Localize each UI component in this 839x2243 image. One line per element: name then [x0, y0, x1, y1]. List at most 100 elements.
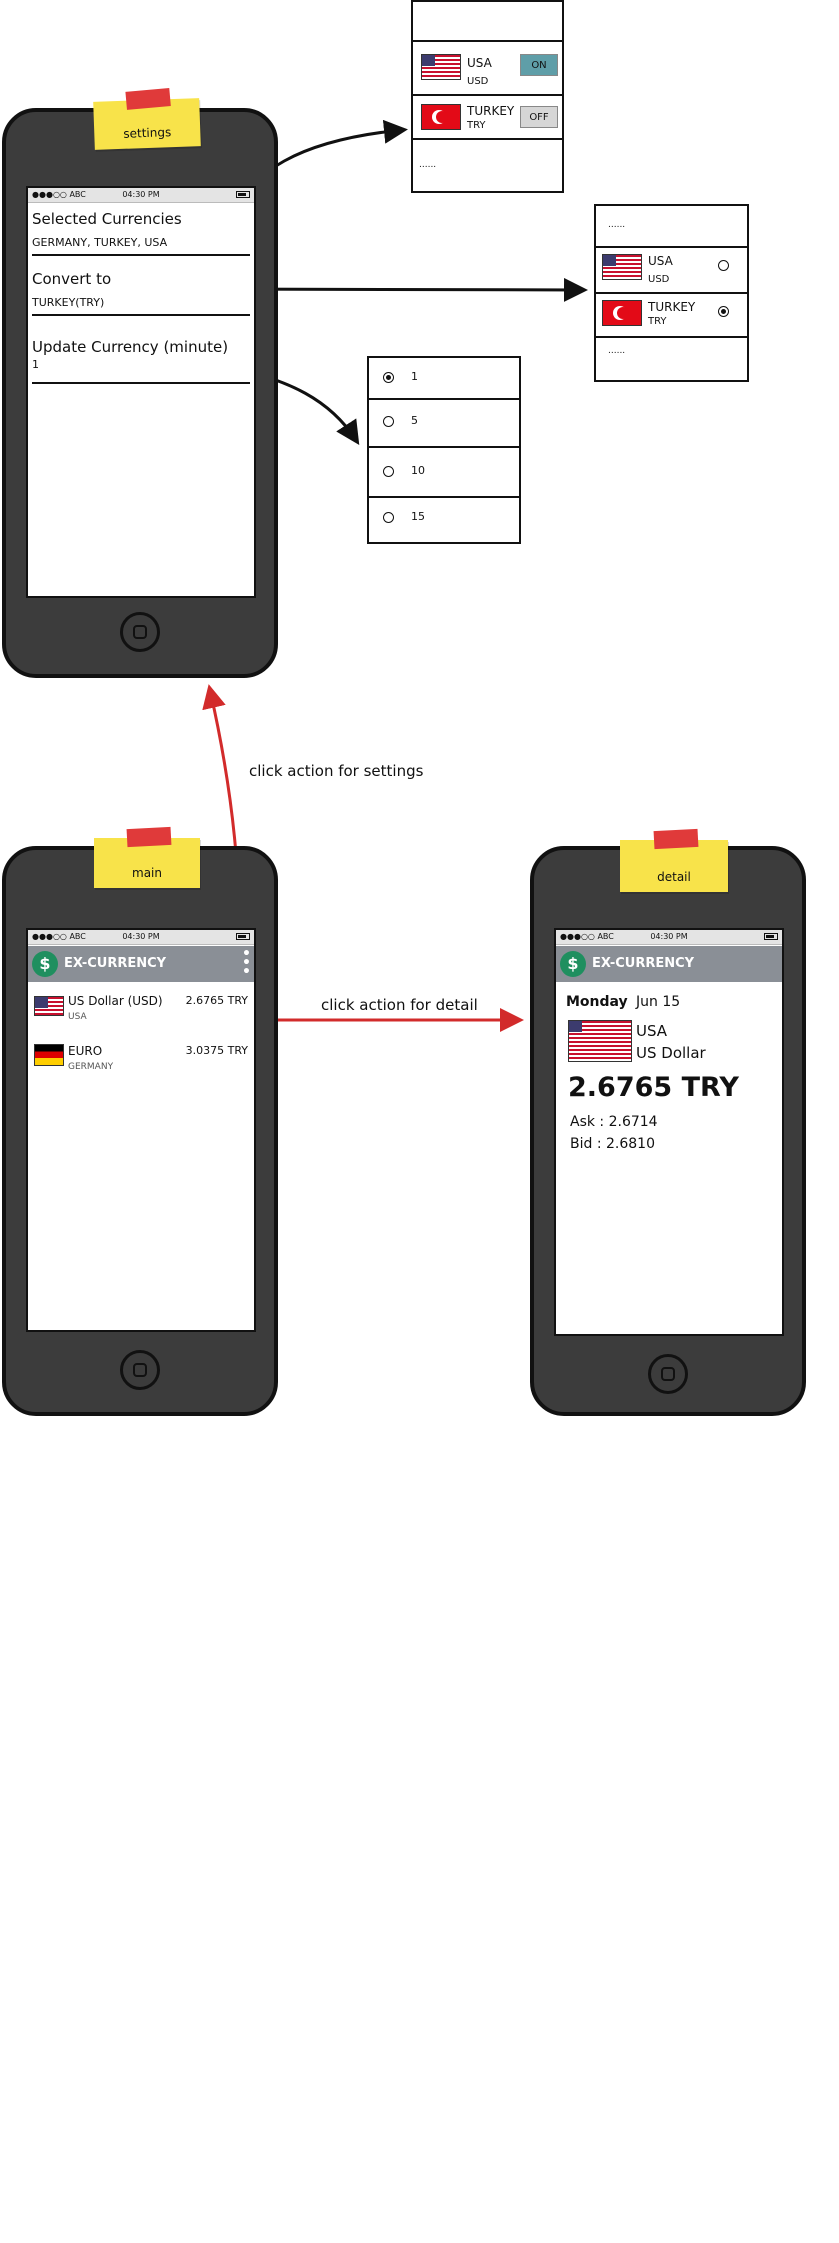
overflow-menu-icon[interactable]: • • • [242, 947, 251, 979]
tape-icon [126, 826, 172, 848]
option-label: 15 [411, 510, 425, 523]
status-bar: ●●●○○ ABC 04:30 PM [28, 930, 254, 945]
option-label: 5 [411, 414, 418, 427]
main-sticky-note: main [94, 826, 200, 888]
us-flag-icon [602, 254, 642, 280]
popup-divider [369, 398, 519, 400]
settings-phone: ●●●○○ ABC 04:30 PM Selected Currencies G… [2, 108, 278, 678]
tape-icon [653, 828, 699, 850]
settings-screen: ●●●○○ ABC 04:30 PM Selected Currencies G… [26, 186, 256, 598]
country-name: USA [467, 56, 492, 70]
radio-5[interactable] [383, 416, 394, 427]
popup-divider [413, 40, 562, 42]
more-ellipsis: ...... [608, 346, 626, 356]
detail-day: Monday [566, 994, 628, 1010]
detail-sticky-note: detail [620, 828, 728, 892]
detail-phone: ●●●○○ ABC 04:30 PM $ EX-CURRENCY Monday … [530, 846, 806, 1416]
currency-country: USA [68, 1012, 87, 1022]
popup-divider [413, 138, 562, 140]
tape-icon [125, 88, 171, 110]
battery-icon [236, 191, 250, 198]
option-label: 1 [411, 370, 418, 383]
row-value: GERMANY, TURKEY, USA [32, 236, 168, 249]
status-time: 04:30 PM [650, 932, 688, 941]
row-divider [32, 382, 250, 384]
popup-divider [596, 246, 747, 248]
usa-radio[interactable] [718, 260, 729, 271]
popup-divider [596, 292, 747, 294]
update-interval-popup: 1 5 10 15 [367, 356, 521, 544]
popup-divider [369, 496, 519, 498]
us-flag-icon [34, 996, 64, 1016]
currency-toggle-popup: USA USD ON TURKEY TRY OFF ...... [411, 0, 564, 193]
sticky-label: settings [123, 125, 172, 141]
radio-1[interactable] [383, 372, 394, 383]
row-value: 1 [32, 358, 39, 371]
row-title: Convert to [32, 270, 112, 288]
radio-15[interactable] [383, 512, 394, 523]
detail-date: Jun 15 [636, 994, 681, 1010]
row-value: TURKEY(TRY) [32, 296, 105, 309]
currency-name: EURO [68, 1044, 103, 1058]
de-flag-icon [34, 1044, 64, 1066]
row-divider [32, 254, 250, 256]
tr-flag-icon [602, 300, 642, 326]
more-ellipsis: ...... [419, 160, 437, 170]
currency-rate: 2.6765 TRY [185, 994, 248, 1007]
country-name: TURKEY [648, 300, 696, 314]
app-bar: $ EX-CURRENCY [556, 946, 782, 982]
dollar-logo-icon: $ [32, 951, 58, 977]
battery-icon [764, 933, 778, 940]
option-label: 10 [411, 464, 425, 477]
currency-code: TRY [648, 316, 667, 327]
status-time: 04:30 PM [122, 190, 160, 199]
row-title: Selected Currencies [32, 210, 182, 228]
status-bar: ●●●○○ ABC 04:30 PM [556, 930, 782, 945]
main-phone: ●●●○○ ABC 04:30 PM $ EX-CURRENCY • • • US … [2, 846, 278, 1416]
currency-rate: 3.0375 TRY [185, 1044, 248, 1057]
home-button[interactable] [120, 612, 160, 652]
us-flag-icon [421, 54, 461, 80]
status-time: 04:30 PM [122, 932, 160, 941]
home-button[interactable] [120, 1350, 160, 1390]
app-title: EX-CURRENCY [592, 956, 695, 971]
detail-rate: 2.6765 TRY [568, 1072, 739, 1103]
usa-toggle[interactable]: ON [520, 54, 558, 76]
app-bar: $ EX-CURRENCY • • • [28, 946, 254, 982]
currency-code: USD [648, 274, 670, 285]
turkey-toggle[interactable]: OFF [520, 106, 558, 128]
detail-currency-name: US Dollar [636, 1044, 706, 1062]
more-ellipsis: ...... [608, 220, 626, 230]
detail-bid: Bid : 2.6810 [570, 1136, 655, 1152]
home-button[interactable] [648, 1354, 688, 1394]
popup-divider [369, 446, 519, 448]
us-flag-icon [568, 1020, 632, 1062]
currency-country: GERMANY [68, 1062, 114, 1072]
tr-flag-icon [421, 104, 461, 130]
turkey-radio[interactable] [718, 306, 729, 317]
country-name: TURKEY [467, 104, 515, 118]
row-title: Update Currency (minute) [32, 338, 229, 356]
settings-action-annotation: click action for settings [249, 762, 424, 780]
detail-action-annotation: click action for detail [321, 996, 478, 1014]
row-divider [32, 314, 250, 316]
battery-icon [236, 933, 250, 940]
currency-name: US Dollar (USD) [68, 994, 163, 1008]
popup-divider [596, 336, 747, 338]
popup-divider [413, 94, 562, 96]
radio-10[interactable] [383, 466, 394, 477]
app-title: EX-CURRENCY [64, 956, 167, 971]
status-bar: ●●●○○ ABC 04:30 PM [28, 188, 254, 203]
currency-code: TRY [467, 120, 486, 131]
dollar-logo-icon: $ [560, 951, 586, 977]
currency-code: USD [467, 76, 489, 87]
convert-to-popup: ...... USA USD TURKEY TRY ...... [594, 204, 749, 382]
country-name: USA [648, 254, 673, 268]
detail-country: USA [636, 1022, 668, 1040]
sticky-label: main [132, 866, 162, 880]
detail-ask: Ask : 2.6714 [570, 1114, 658, 1130]
detail-screen: ●●●○○ ABC 04:30 PM $ EX-CURRENCY Monday … [554, 928, 784, 1336]
main-screen: ●●●○○ ABC 04:30 PM $ EX-CURRENCY • • • US … [26, 928, 256, 1332]
settings-sticky-note: settings [93, 88, 201, 150]
sticky-label: detail [657, 870, 691, 884]
